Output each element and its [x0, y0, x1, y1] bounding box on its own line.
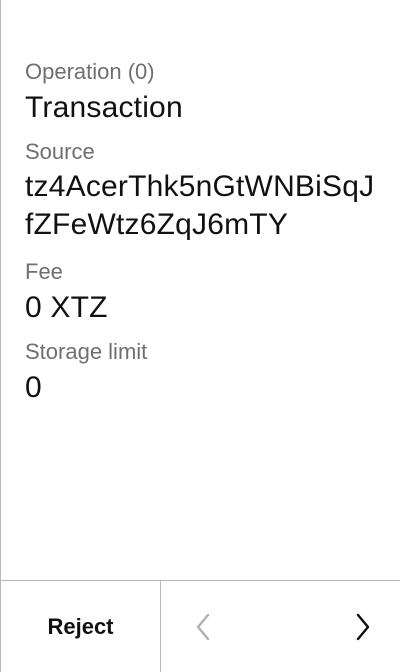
- operation-details: Operation (0) Transaction Source tz4Acer…: [25, 56, 375, 416]
- storage-limit-label: Storage limit: [25, 339, 148, 364]
- chevron-right-icon: [356, 613, 370, 640]
- page-navigation: [161, 581, 400, 672]
- next-page-button[interactable]: [349, 607, 377, 647]
- storage-limit-value: 0: [25, 371, 42, 404]
- fee-value: 0 XTZ: [25, 291, 108, 324]
- footer-bar: Reject: [1, 580, 400, 672]
- reject-button[interactable]: Reject: [1, 581, 161, 672]
- fee-label: Fee: [25, 259, 63, 284]
- source-label: Source: [25, 139, 95, 164]
- chevron-left-icon: [196, 613, 210, 640]
- operation-type-value: Transaction: [25, 91, 183, 124]
- operation-header-label: Operation (0): [25, 59, 155, 84]
- device-screen: Operation (0) Transaction Source tz4Acer…: [0, 0, 400, 672]
- source-address-value: tz4AcerThk5nGtWNBiSqJfZFeWtz6ZqJ6mTY: [25, 170, 375, 241]
- previous-page-button[interactable]: [189, 607, 217, 647]
